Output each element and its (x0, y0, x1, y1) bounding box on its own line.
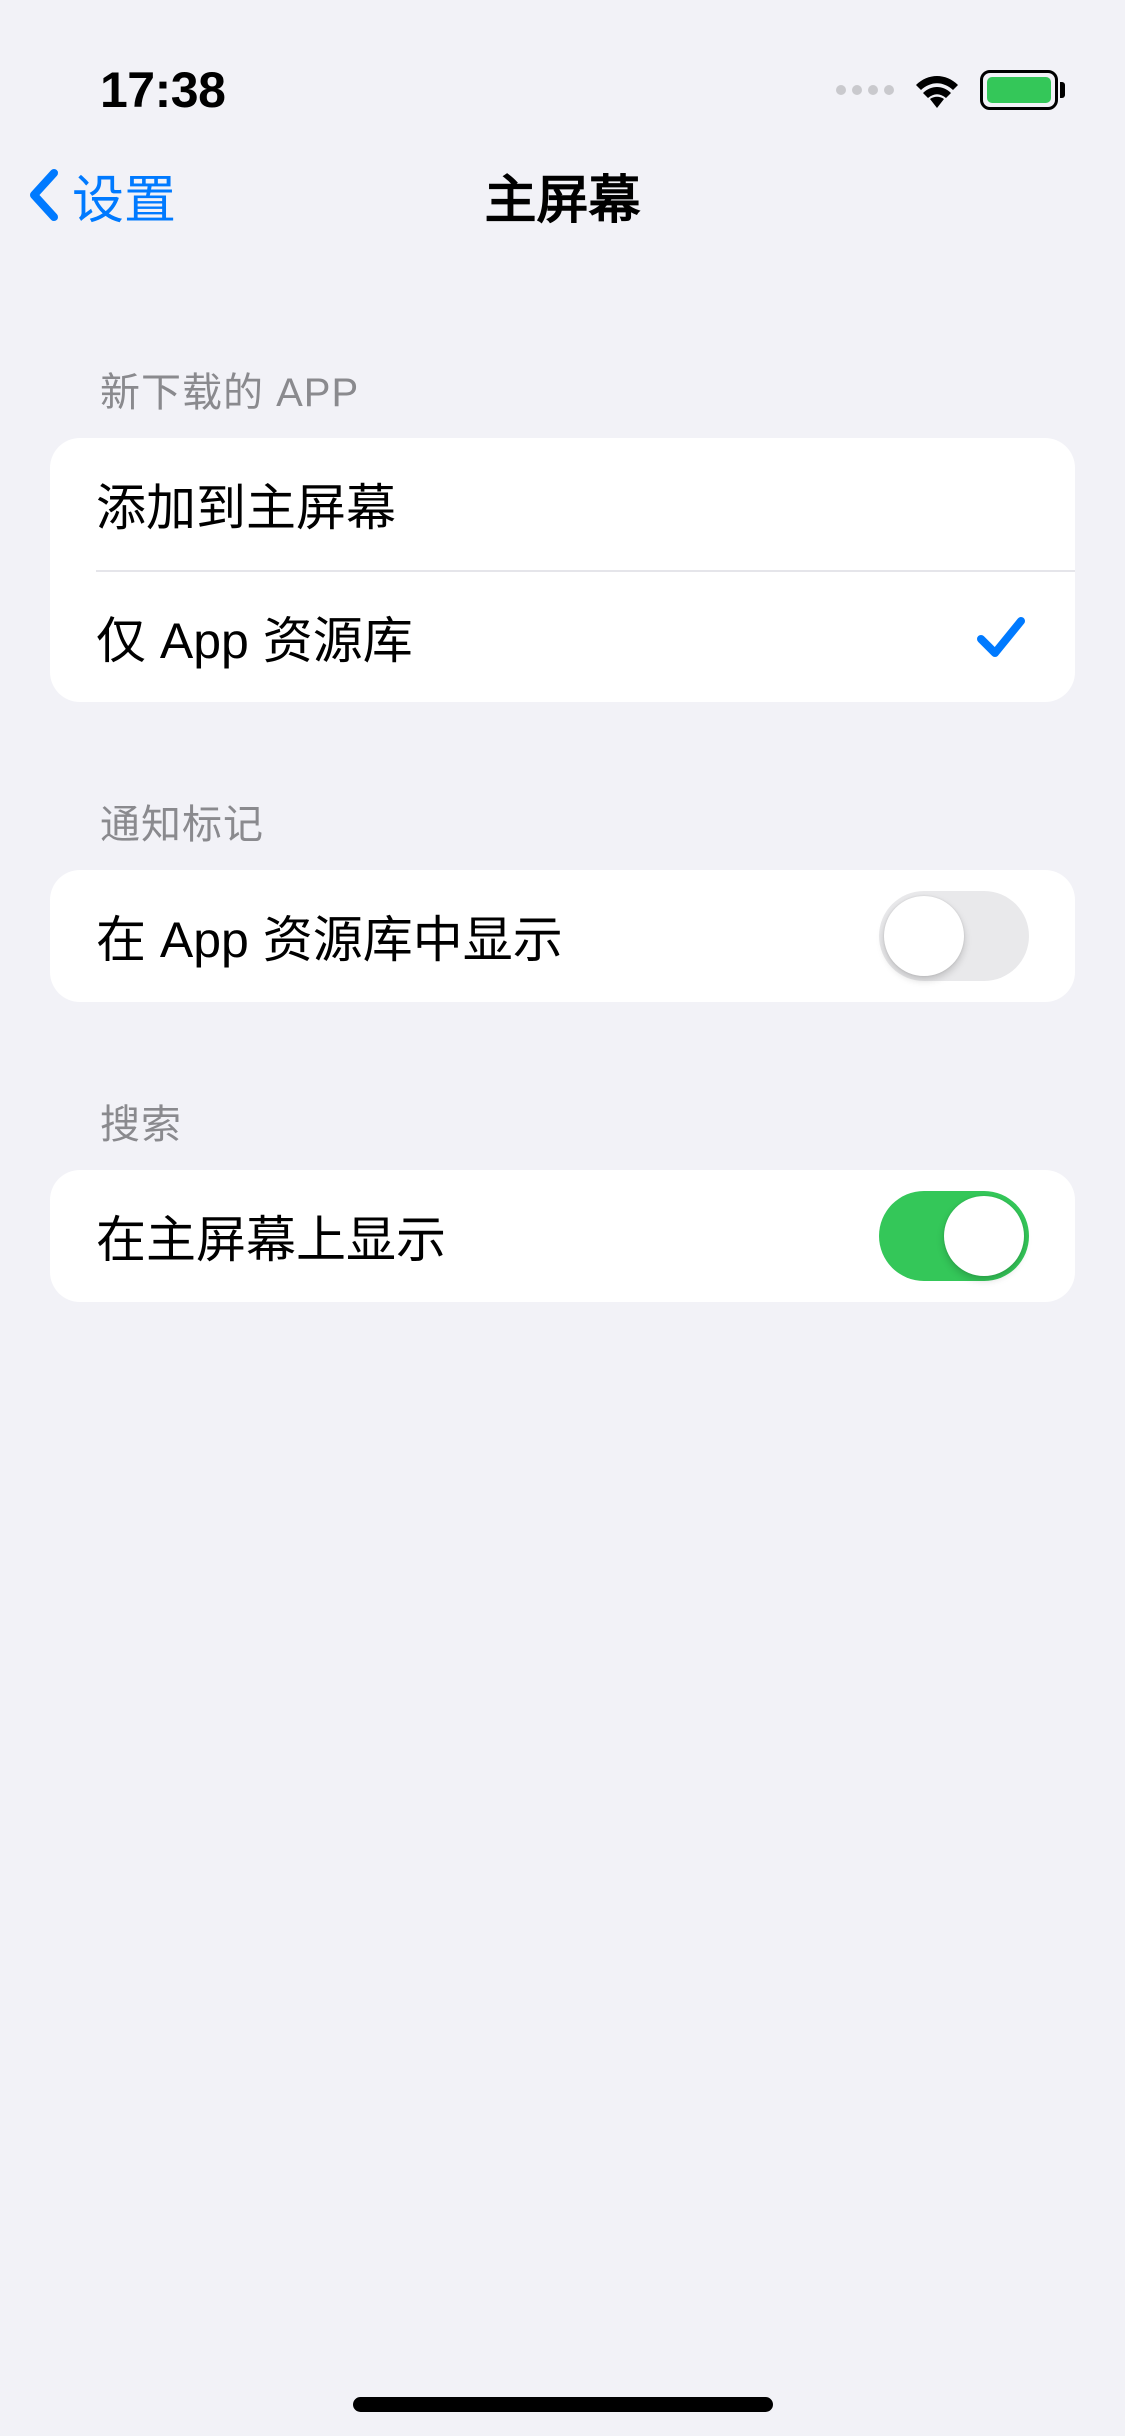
back-button[interactable]: 设置 (24, 158, 176, 233)
row-label: 添加到主屏幕 (96, 468, 396, 540)
wifi-icon (912, 71, 962, 109)
back-label: 设置 (72, 158, 176, 233)
section-header-new-downloads: 新下载的 APP (0, 360, 1125, 438)
section-new-downloads: 新下载的 APP 添加到主屏幕 仅 App 资源库 (0, 360, 1125, 702)
status-bar: 17:38 (0, 0, 1125, 130)
option-add-to-home[interactable]: 添加到主屏幕 (50, 438, 1075, 570)
cellular-icon (836, 85, 894, 95)
section-header-search: 搜索 (0, 1092, 1125, 1170)
group-badges: 在 App 资源库中显示 (50, 870, 1075, 1002)
section-header-badges: 通知标记 (0, 792, 1125, 870)
chevron-left-icon (24, 165, 64, 225)
status-indicators (836, 70, 1065, 110)
row-show-on-home: 在主屏幕上显示 (50, 1170, 1075, 1302)
page-title: 主屏幕 (484, 158, 640, 233)
nav-header: 设置 主屏幕 (0, 130, 1125, 260)
row-show-in-library: 在 App 资源库中显示 (50, 870, 1075, 1002)
group-search: 在主屏幕上显示 (50, 1170, 1075, 1302)
row-label: 在 App 资源库中显示 (96, 900, 563, 972)
status-time: 17:38 (100, 61, 225, 119)
section-badges: 通知标记 在 App 资源库中显示 (0, 792, 1125, 1002)
checkmark-icon (973, 609, 1029, 665)
row-label: 在主屏幕上显示 (96, 1200, 446, 1272)
row-label: 仅 App 资源库 (96, 601, 413, 673)
group-new-downloads: 添加到主屏幕 仅 App 资源库 (50, 438, 1075, 702)
battery-icon (980, 70, 1065, 110)
toggle-show-on-home[interactable] (879, 1191, 1029, 1281)
home-indicator[interactable] (353, 2397, 773, 2412)
section-search: 搜索 在主屏幕上显示 (0, 1092, 1125, 1302)
option-app-library-only[interactable]: 仅 App 资源库 (96, 570, 1075, 702)
toggle-show-in-library[interactable] (879, 891, 1029, 981)
